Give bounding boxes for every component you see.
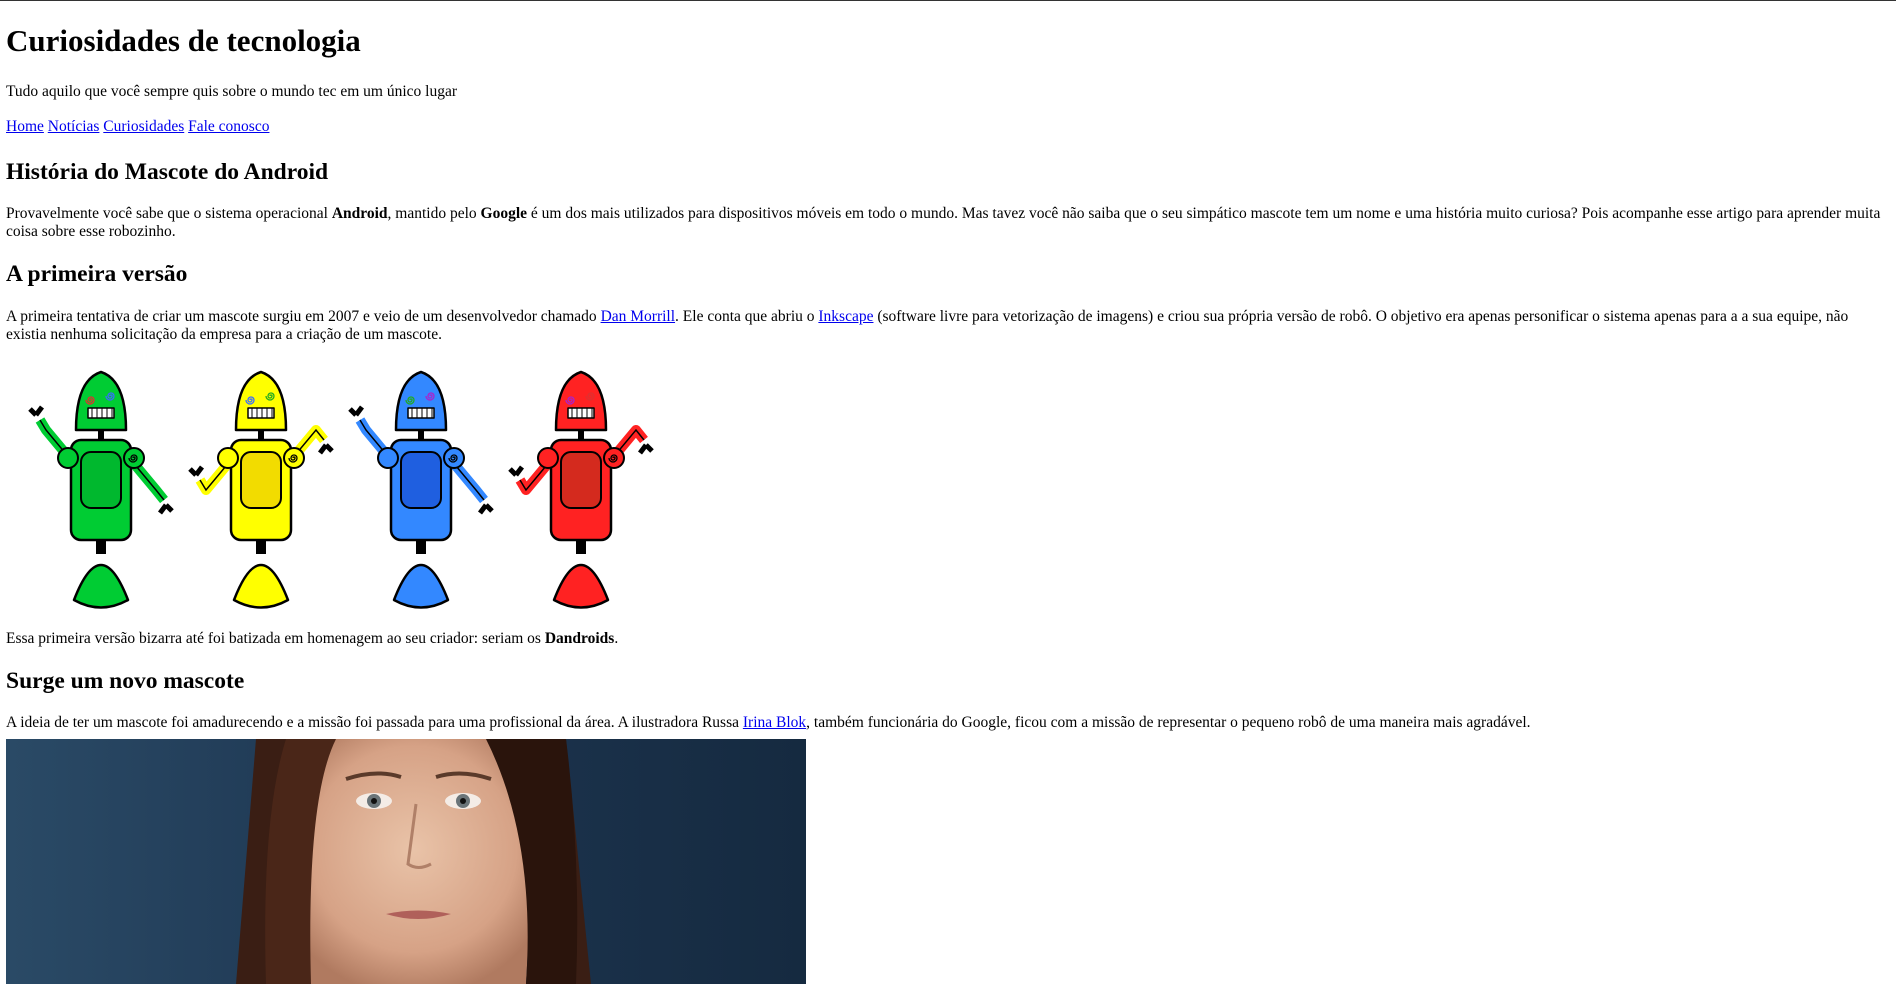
- nav-fale-conosco-link[interactable]: Fale conosco: [188, 118, 269, 135]
- intro-bold-google: Google: [480, 205, 528, 223]
- novo-mascote-paragraph: A ideia de ter um mascote foi amadurecen…: [6, 714, 1890, 732]
- main-nav: Home Notícias Curiosidades Fale conosco: [6, 118, 1890, 136]
- primeira-versao-paragraph: A primeira tentativa de criar um mascote…: [6, 308, 1890, 344]
- intro-bold-android: Android: [331, 205, 388, 223]
- section-heading-novo-mascote: Surge um novo mascote: [6, 667, 245, 694]
- section-heading-primeira-versao: A primeira versão: [6, 261, 188, 288]
- novo-text-1: A ideia de ter um mascote foi amadurecen…: [6, 713, 743, 731]
- dandroid-robot-2: [188, 370, 334, 609]
- intro-text-1: Provavelmente você sabe que o sistema op…: [6, 205, 332, 223]
- nav-home-link[interactable]: Home: [6, 118, 44, 135]
- dandroid-robot-4: [508, 370, 654, 609]
- page: Curiosidades de tecnologia Tudo aquilo q…: [0, 22, 1896, 984]
- dandroids-paragraph: Essa primeira versão bizarra até foi bat…: [6, 630, 1890, 648]
- dandroids-bold: Dandroids: [544, 629, 615, 647]
- intro-paragraph: Provavelmente você sabe que o sistema op…: [6, 205, 1890, 241]
- inkscape-link[interactable]: Inkscape: [818, 308, 873, 325]
- intro-text-2: , mantido pelo: [387, 205, 481, 223]
- primeira-text-1: A primeira tentativa de criar um mascote…: [6, 307, 601, 325]
- nav-noticias-link[interactable]: Notícias: [48, 118, 100, 135]
- dandroid-robot-1: [28, 370, 174, 609]
- irina-blok-link[interactable]: Irina Blok: [743, 714, 806, 731]
- article-heading: História do Mascote do Android: [6, 159, 329, 186]
- irina-blok-photo: [6, 738, 806, 984]
- dandroid-robot-3: [348, 370, 494, 609]
- site-subtitle: Tudo aquilo que você sempre quis sobre o…: [6, 83, 457, 101]
- dandroids-text-1: Essa primeira versão bizarra até foi bat…: [6, 629, 545, 647]
- dan-morrill-link[interactable]: Dan Morrill: [601, 308, 675, 325]
- dandroids-image: [28, 370, 654, 609]
- site-title: Curiosidades de tecnologia: [6, 23, 361, 58]
- dandroids-text-2: .: [614, 629, 619, 647]
- primeira-text-2: . Ele conta que abriu o: [675, 307, 819, 325]
- novo-text-2: , também funcionária do Google, ficou co…: [806, 713, 1531, 731]
- nav-curiosidades-link[interactable]: Curiosidades: [103, 118, 184, 135]
